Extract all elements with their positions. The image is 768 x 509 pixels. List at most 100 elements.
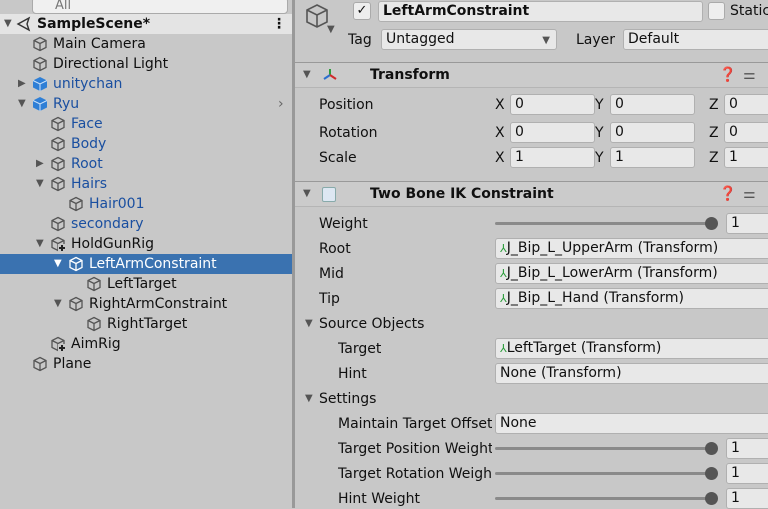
target-position-weight-slider-track[interactable] xyxy=(495,447,713,450)
hierarchy-item[interactable]: ▼ Ryu › xyxy=(0,94,292,114)
hierarchy-item[interactable]: AimRig xyxy=(0,334,292,354)
foldout-arrow-icon[interactable]: ▼ xyxy=(303,63,311,87)
hierarchy-item[interactable]: Main Camera xyxy=(0,34,292,54)
hierarchy-item[interactable]: ▼ HoldGunRig xyxy=(0,234,292,254)
scene-row[interactable]: ▼ SampleScene* ⋮ xyxy=(0,14,292,34)
hint-weight-slider-handle[interactable] xyxy=(705,492,718,505)
active-checkbox[interactable]: ✓ xyxy=(353,2,371,20)
script-icon xyxy=(322,187,336,202)
hierarchy-item[interactable]: ▶ unitychan xyxy=(0,74,292,94)
ik-header[interactable]: ▼ Two Bone IK Constraint ❓ ⚌ xyxy=(295,181,768,207)
target-rotation-weight-slider-track[interactable] xyxy=(495,472,713,475)
gameobject-icon xyxy=(69,296,83,312)
settings-foldout-arrow-icon[interactable]: ▼ xyxy=(305,393,313,404)
hierarchy-item[interactable]: RightTarget xyxy=(0,314,292,334)
axis-label-x[interactable]: X xyxy=(495,95,505,115)
transform-x-input[interactable]: 0 xyxy=(510,122,595,143)
weight-slider-handle[interactable] xyxy=(705,217,718,230)
tag-dropdown[interactable]: Untagged ▼ xyxy=(381,29,557,50)
weight-label: Weight xyxy=(319,216,368,232)
tip-label: Tip xyxy=(319,291,340,307)
transform-icon xyxy=(323,69,337,80)
icon-dropdown-icon[interactable]: ▼ xyxy=(327,24,335,35)
expand-arrow-icon[interactable]: ▼ xyxy=(4,14,12,34)
expand-arrow-icon[interactable]: ▼ xyxy=(54,254,62,274)
hierarchy-item-label: Main Camera xyxy=(53,36,146,52)
target-position-weight-value-input[interactable]: 1 xyxy=(726,438,768,459)
foldout-arrow-icon[interactable]: ▼ xyxy=(303,182,311,206)
hint-value: None (Transform) xyxy=(500,365,622,381)
target-rotation-weight-slider-handle[interactable] xyxy=(705,467,718,480)
axis-label-z[interactable]: Z xyxy=(709,95,719,115)
transform-x-input[interactable]: 0 xyxy=(510,94,595,115)
hierarchy-item[interactable]: ▼ RightArmConstraint xyxy=(0,294,292,314)
hierarchy-item-label: HoldGunRig xyxy=(71,236,154,252)
axis-label-z[interactable]: Z xyxy=(709,148,719,168)
hierarchy-item[interactable]: Plane xyxy=(0,354,292,374)
expand-arrow-icon[interactable]: ▼ xyxy=(36,234,44,254)
object-name-input[interactable]: LeftArmConstraint xyxy=(378,1,703,22)
transform-z-input[interactable]: 0 xyxy=(724,94,768,115)
hierarchy-item-label: RightTarget xyxy=(107,316,188,332)
target-object-field[interactable]: ⅄LeftTarget (Transform) xyxy=(495,338,768,359)
target-position-weight-slider-handle[interactable] xyxy=(705,442,718,455)
hint-weight-slider-track[interactable] xyxy=(495,497,713,500)
scene-menu-icon[interactable]: ⋮ xyxy=(272,14,286,34)
component-title: Two Bone IK Constraint xyxy=(370,186,554,202)
layer-dropdown[interactable]: Default xyxy=(623,29,768,50)
root-object-field[interactable]: ⅄J_Bip_L_UpperArm (Transform) xyxy=(495,238,768,259)
tip-object-field[interactable]: ⅄J_Bip_L_Hand (Transform) xyxy=(495,288,768,309)
weight-slider-track[interactable] xyxy=(495,222,713,225)
hierarchy-search-input[interactable]: All xyxy=(32,0,288,14)
gameobject-icon xyxy=(51,216,65,232)
axis-label-y[interactable]: Y xyxy=(595,123,604,143)
transform-position-label: Position xyxy=(319,97,374,113)
collapse-arrow-icon[interactable]: ▶ xyxy=(18,74,26,94)
transform-y-input[interactable]: 1 xyxy=(610,147,695,168)
settings-sliders-icon[interactable]: ⚌ xyxy=(743,63,756,87)
transform-y-input[interactable]: 0 xyxy=(610,122,695,143)
weight-value-input[interactable]: 1 xyxy=(726,213,768,234)
unity-scene-icon xyxy=(16,16,31,32)
hint-object-field[interactable]: None (Transform) xyxy=(495,363,768,384)
hierarchy-item[interactable]: ▶ Root xyxy=(0,154,292,174)
hierarchy-item-label: LeftArmConstraint xyxy=(89,256,217,272)
expand-arrow-icon[interactable]: ▼ xyxy=(54,294,62,314)
hierarchy-item[interactable]: LeftTarget xyxy=(0,274,292,294)
prefab-icon xyxy=(32,77,48,91)
hierarchy-item[interactable]: Body xyxy=(0,134,292,154)
axis-label-z[interactable]: Z xyxy=(709,123,719,143)
transform-rotation-label: Rotation xyxy=(319,125,378,141)
transform-z-input[interactable]: 1 xyxy=(724,147,768,168)
transform-scale-label: Scale xyxy=(319,150,357,166)
settings-label: Settings xyxy=(319,391,377,407)
axis-label-x[interactable]: X xyxy=(495,123,505,143)
hierarchy-item[interactable]: Hair001 xyxy=(0,194,292,214)
target-rotation-weight-value-input[interactable]: 1 xyxy=(726,463,768,484)
transform-y-input[interactable]: 0 xyxy=(610,94,695,115)
source-objects-foldout-arrow-icon[interactable]: ▼ xyxy=(305,318,313,329)
axis-label-x[interactable]: X xyxy=(495,148,505,168)
transform-x-input[interactable]: 1 xyxy=(510,147,595,168)
hierarchy-item[interactable]: ▼ Hairs xyxy=(0,174,292,194)
transform-z-input[interactable]: 0 xyxy=(724,122,768,143)
hierarchy-item[interactable]: Face xyxy=(0,114,292,134)
help-icon[interactable]: ❓ xyxy=(719,182,736,206)
collapse-arrow-icon[interactable]: ▶ xyxy=(36,154,44,174)
hierarchy-item[interactable]: secondary xyxy=(0,214,292,234)
chevron-right-icon[interactable]: › xyxy=(278,94,284,114)
transform-header[interactable]: ▼ Transform ❓ ⚌ xyxy=(295,62,768,88)
maintain-target-offset-dropdown[interactable]: None xyxy=(495,413,768,434)
hint-weight-value-input[interactable]: 1 xyxy=(726,488,768,509)
static-checkbox[interactable] xyxy=(708,2,725,20)
expand-arrow-icon[interactable]: ▼ xyxy=(18,94,26,114)
hierarchy-item[interactable]: ▼ LeftArmConstraint xyxy=(0,254,292,274)
target-label: Target xyxy=(338,341,382,357)
hierarchy-item[interactable]: Directional Light xyxy=(0,54,292,74)
mid-object-field[interactable]: ⅄J_Bip_L_LowerArm (Transform) xyxy=(495,263,768,284)
settings-sliders-icon[interactable]: ⚌ xyxy=(743,182,756,206)
axis-label-y[interactable]: Y xyxy=(595,148,604,168)
axis-label-y[interactable]: Y xyxy=(595,95,604,115)
expand-arrow-icon[interactable]: ▼ xyxy=(36,174,44,194)
help-icon[interactable]: ❓ xyxy=(719,63,736,87)
